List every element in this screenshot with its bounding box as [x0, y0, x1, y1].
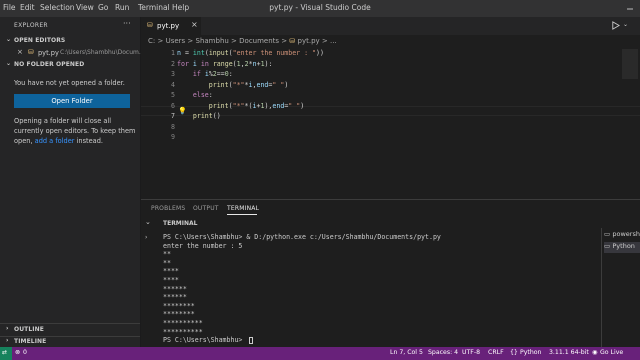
minimize-icon[interactable] [620, 0, 640, 17]
chevron-right-icon: › [145, 234, 148, 241]
chevron-down-icon: ⌄ [6, 60, 12, 67]
explorer-title: EXPLORER [14, 22, 48, 29]
line-number: 2 [171, 59, 175, 68]
add-folder-link[interactable]: add a folder [35, 137, 75, 145]
terminal-line: ** [163, 250, 171, 259]
error-count: 0 [23, 349, 27, 356]
more-actions-icon[interactable]: ··· [123, 19, 131, 28]
close-icon[interactable]: × [17, 48, 23, 56]
outline-header[interactable]: › OUTLINE [0, 325, 140, 336]
error-icon[interactable]: ⊗ [15, 349, 20, 356]
open-editor-item[interactable]: × ⛁ pyt.py C:\Users\Shambhu\Docum... [0, 47, 145, 58]
chevron-right-icon: › [6, 337, 9, 344]
remote-icon: ⇄ [2, 349, 8, 356]
terminal-line: ** [163, 258, 171, 267]
terminal-line: ****** [163, 293, 187, 302]
chevron-down-icon: ⌄ [145, 218, 151, 226]
chevron-down-icon: ⌄ [6, 36, 12, 43]
title-bar: File Edit Selection View Go Run Terminal… [0, 0, 640, 17]
no-folder-info: Opening a folder will close all currentl… [14, 117, 136, 145]
status-bar: ⇄ ⊗ 0 Ln 7, Col 5 Spaces: 4 UTF-8 CRLF {… [0, 347, 640, 360]
code-line: if i%2==0: [192, 70, 233, 78]
terminal-list: ▭ powersh ▭ Python [601, 228, 640, 348]
terminal-line: **** [163, 276, 179, 284]
terminal-item-python[interactable]: ▭ Python [604, 242, 640, 253]
open-editors-header[interactable]: ⌄ OPEN EDITORS [0, 36, 140, 47]
terminal-line: ********** [163, 327, 203, 336]
terminal-line: ****** [163, 284, 187, 293]
code-line: else: [192, 91, 213, 99]
end-of-line[interactable]: CRLF [488, 349, 504, 356]
python-file-icon: ⛁ [28, 48, 34, 56]
terminal-line: PS C:\Users\Shambhu> & D:/python.exe c:/… [163, 233, 441, 241]
go-live-button[interactable]: Go Live [600, 349, 623, 356]
open-folder-button[interactable]: Open Folder [14, 94, 130, 108]
encoding[interactable]: UTF-8 [462, 349, 480, 356]
tab-terminal[interactable]: TERMINAL [227, 205, 259, 212]
tab-close-icon[interactable]: × [191, 20, 198, 29]
divider [0, 323, 140, 324]
lightbulb-icon[interactable]: 💡 [178, 107, 187, 115]
line-number: 6 [171, 101, 175, 110]
interpreter[interactable]: 3.11.1 64-bit [549, 349, 589, 356]
terminal-line: ******** [163, 301, 195, 310]
minimap[interactable] [622, 49, 638, 79]
line-number: 7 [171, 112, 175, 120]
terminal-line: ******** [163, 310, 195, 319]
terminal-icon: ▭ [604, 242, 611, 250]
tab-pyt-py[interactable]: ⛁ pyt.py × [141, 17, 201, 35]
explorer-sidebar: EXPLORER ··· ⌄ OPEN EDITORS × ⛁ pyt.py C… [0, 17, 145, 347]
line-number: 5 [171, 91, 175, 99]
cursor-position[interactable]: Ln 7, Col 5 [390, 349, 423, 356]
editor-tab-bar: ⛁ pyt.py × ⌄ [141, 17, 640, 35]
line-number: 9 [171, 133, 175, 141]
code-line: print("*"*i,end=" ") [208, 80, 289, 89]
tab-label: pyt.py [157, 22, 180, 30]
terminal-line: **** [163, 267, 179, 276]
terminal-cursor [249, 337, 253, 345]
terminal-icon: ▭ [604, 230, 611, 238]
terminal-line: enter the number : 5 [163, 241, 243, 250]
tab-output[interactable]: OUTPUT [193, 205, 219, 212]
terminal-section-header[interactable]: ⌄ TERMINAL [141, 217, 601, 229]
python-file-icon: ⛁ [147, 21, 153, 29]
line-number: 3 [171, 70, 175, 78]
bottom-panel: PROBLEMS OUTPUT TERMINAL ⌄ TERMINAL › PS… [141, 199, 640, 348]
indentation[interactable]: Spaces: 4 [428, 349, 458, 356]
broadcast-icon: ◉ [592, 349, 598, 356]
language-mode[interactable]: Python [520, 349, 541, 356]
no-folder-message: You have not yet opened a folder. [14, 79, 125, 87]
line-number: 4 [171, 80, 175, 89]
active-tab-indicator [227, 214, 257, 215]
code-line: for i in range(1,2*n+1): [177, 59, 273, 68]
terminal-line: ********** [163, 319, 203, 327]
terminal-item-powershell[interactable]: ▭ powersh [604, 230, 640, 241]
window-title: pyt.py - Visual Studio Code [269, 3, 371, 12]
code-editor[interactable]: 1 2 3 4 5 6 7 8 9 n = int(input("enter the numbe… [141, 46, 640, 196]
chevron-right-icon: › [6, 325, 9, 332]
code-line: print("*"*(i+1),end=" ") [208, 101, 305, 110]
run-icon[interactable] [611, 21, 621, 32]
tab-problems[interactable]: PROBLEMS [151, 205, 185, 212]
open-editor-path: C:\Users\Shambhu\Docum... [60, 49, 145, 56]
terminal-line: PS C:\Users\Shambhu> [163, 336, 247, 345]
open-editor-filename: pyt.py [38, 49, 59, 57]
code-line: n = int(input("enter the number : ")) [177, 49, 324, 57]
line-number: 8 [171, 122, 175, 131]
line-number: 1 [171, 49, 175, 57]
python-file-icon: ⛁ [289, 37, 296, 45]
braces-icon: {} [510, 349, 518, 356]
no-folder-header[interactable]: ⌄ NO FOLDER OPENED [0, 60, 140, 71]
chevron-down-icon[interactable]: ⌄ [623, 21, 628, 28]
